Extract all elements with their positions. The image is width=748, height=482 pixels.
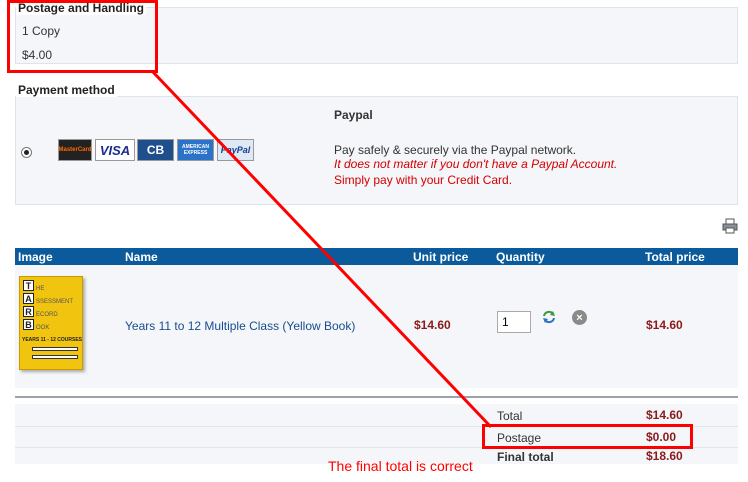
annotation-arrow-line [151,70,493,429]
annotation-text: The final total is correct [328,458,473,474]
